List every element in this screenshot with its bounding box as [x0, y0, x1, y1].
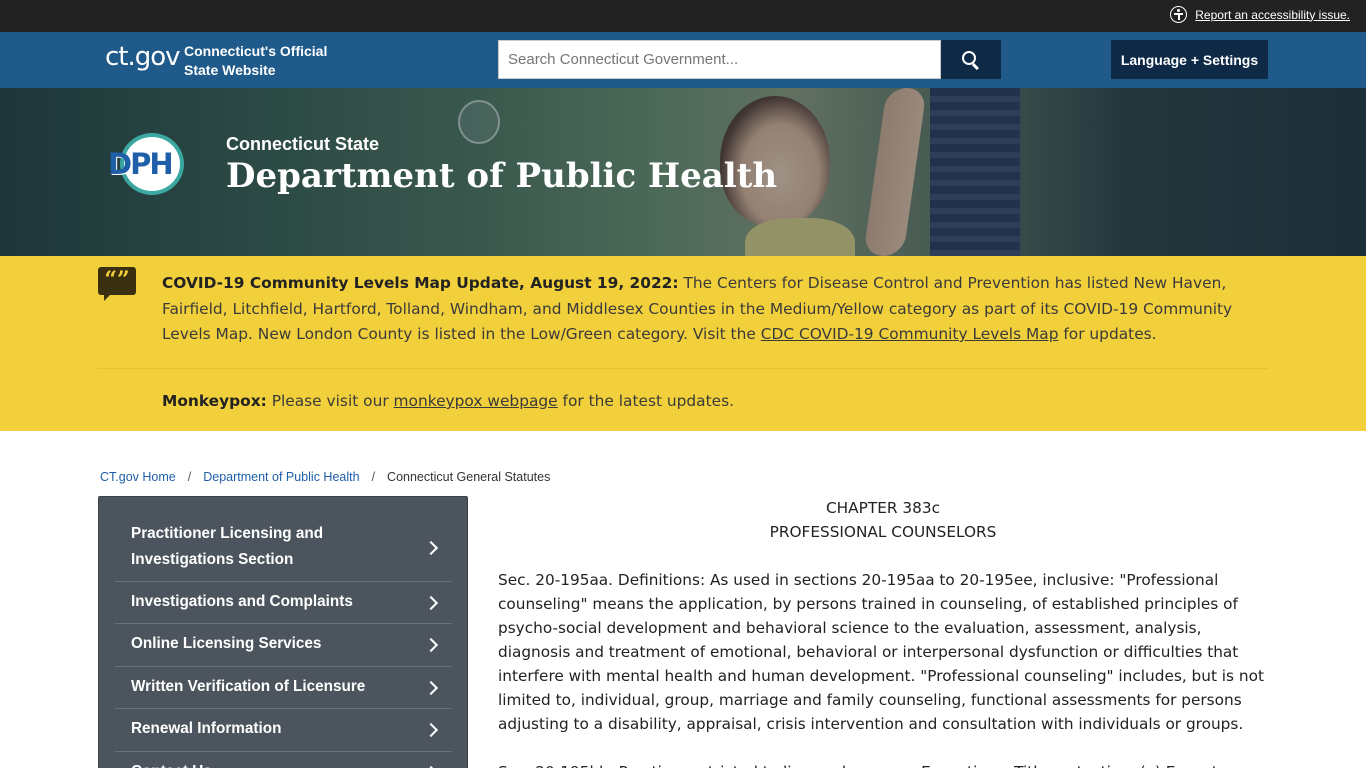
chapter-heading: CHAPTER 383c PROFESSIONAL COUNSELORS — [498, 496, 1268, 544]
breadcrumb: CT.gov Home / Department of Public Healt… — [100, 470, 550, 484]
chevron-right-icon — [423, 722, 439, 738]
monkeypox-alert-body: Please visit our — [266, 392, 394, 410]
agency-subtitle: Connecticut State — [226, 134, 380, 154]
sidebar-item-renewal[interactable]: Renewal Information — [115, 709, 452, 752]
dph-logo[interactable]: DPH — [108, 133, 184, 197]
search-button[interactable] — [941, 40, 1001, 79]
covid-alert-text: COVID-19 Community Levels Map Update, Au… — [162, 271, 1268, 348]
sidebar-item-online-licensing[interactable]: Online Licensing Services — [115, 624, 452, 667]
sidebar-item-label: Contact Us — [131, 759, 411, 768]
sidebar-item-investigations[interactable]: Investigations and Complaints — [115, 582, 452, 624]
dph-logo-text: DPH — [108, 147, 174, 181]
statute-content: CHAPTER 383c PROFESSIONAL COUNSELORS Sec… — [498, 496, 1268, 768]
cdc-map-link[interactable]: CDC COVID-19 Community Levels Map — [761, 325, 1059, 343]
breadcrumb-current: Connecticut General Statutes — [387, 470, 551, 484]
sidebar-item-label: Renewal Information — [131, 720, 282, 737]
sidebar-item-label: Online Licensing Services — [131, 635, 322, 652]
chapter-title: PROFESSIONAL COUNSELORS — [769, 523, 997, 541]
alert-banner: “” COVID-19 Community Levels Map Update,… — [0, 256, 1366, 431]
statute-section-practice: Sec. 20-195bb. Practice restricted to li… — [498, 760, 1268, 768]
sidebar-item-label: Written Verification of Licensure — [131, 678, 366, 695]
search-input[interactable] — [498, 40, 941, 79]
chevron-right-icon — [423, 540, 439, 556]
ct-gov-logo[interactable]: ct.gov — [105, 42, 181, 72]
breadcrumb-separator: / — [187, 470, 192, 484]
statute-section-definitions: Sec. 20-195aa. Definitions: As used in s… — [498, 571, 1264, 733]
official-line-1: Connecticut's Official — [184, 43, 328, 59]
chapter-number: CHAPTER 383c — [826, 499, 940, 517]
monkeypox-webpage-link[interactable]: monkeypox webpage — [394, 392, 558, 410]
official-site-label[interactable]: Connecticut's Official State Website — [184, 42, 354, 80]
utility-bar: Report an accessibility issue. — [0, 0, 1366, 32]
covid-alert-tail: for updates. — [1058, 325, 1157, 343]
breadcrumb-dph[interactable]: Department of Public Health — [203, 470, 359, 484]
sidebar-item-practitioner-licensing[interactable]: Practitioner Licensing and Investigation… — [115, 513, 452, 582]
ct-gov-header: ct.gov Connecticut's Official State Webs… — [0, 32, 1366, 88]
hero-banner: DPH Connecticut State Department of Publ… — [0, 88, 1366, 256]
search-icon — [962, 50, 976, 65]
sidebar-item-label: Investigations and Complaints — [131, 593, 353, 610]
sidebar-item-label: Practitioner Licensing and Investigation… — [131, 525, 324, 568]
accessibility-icon — [1170, 6, 1188, 23]
breadcrumb-ct-home[interactable]: CT.gov Home — [100, 470, 176, 484]
sidebar-nav: Practitioner Licensing and Investigation… — [98, 496, 468, 768]
accessibility-report-label: Report an accessibility issue. — [1195, 7, 1350, 22]
official-line-2: State Website — [184, 62, 276, 78]
monkeypox-alert-tail: for the latest updates. — [557, 392, 735, 410]
monkeypox-alert-text: Monkeypox: Please visit our monkeypox we… — [162, 389, 1262, 414]
covid-alert-heading: COVID-19 Community Levels Map Update, Au… — [162, 274, 679, 292]
chevron-right-icon — [423, 637, 439, 653]
sidebar-item-contact[interactable]: Contact Us — [115, 752, 452, 768]
quote-bubble-icon: “” — [98, 267, 136, 301]
agency-title[interactable]: Department of Public Health — [226, 156, 777, 196]
chevron-right-icon — [423, 680, 439, 696]
accessibility-report-link[interactable]: Report an accessibility issue. — [1170, 6, 1350, 23]
breadcrumb-separator: / — [371, 470, 376, 484]
alert-divider — [98, 368, 1268, 369]
chevron-right-icon — [423, 595, 439, 611]
language-settings-button[interactable]: Language + Settings — [1111, 40, 1268, 79]
monkeypox-alert-heading: Monkeypox: — [162, 392, 267, 410]
sidebar-item-written-verification[interactable]: Written Verification of Licensure — [115, 667, 452, 709]
